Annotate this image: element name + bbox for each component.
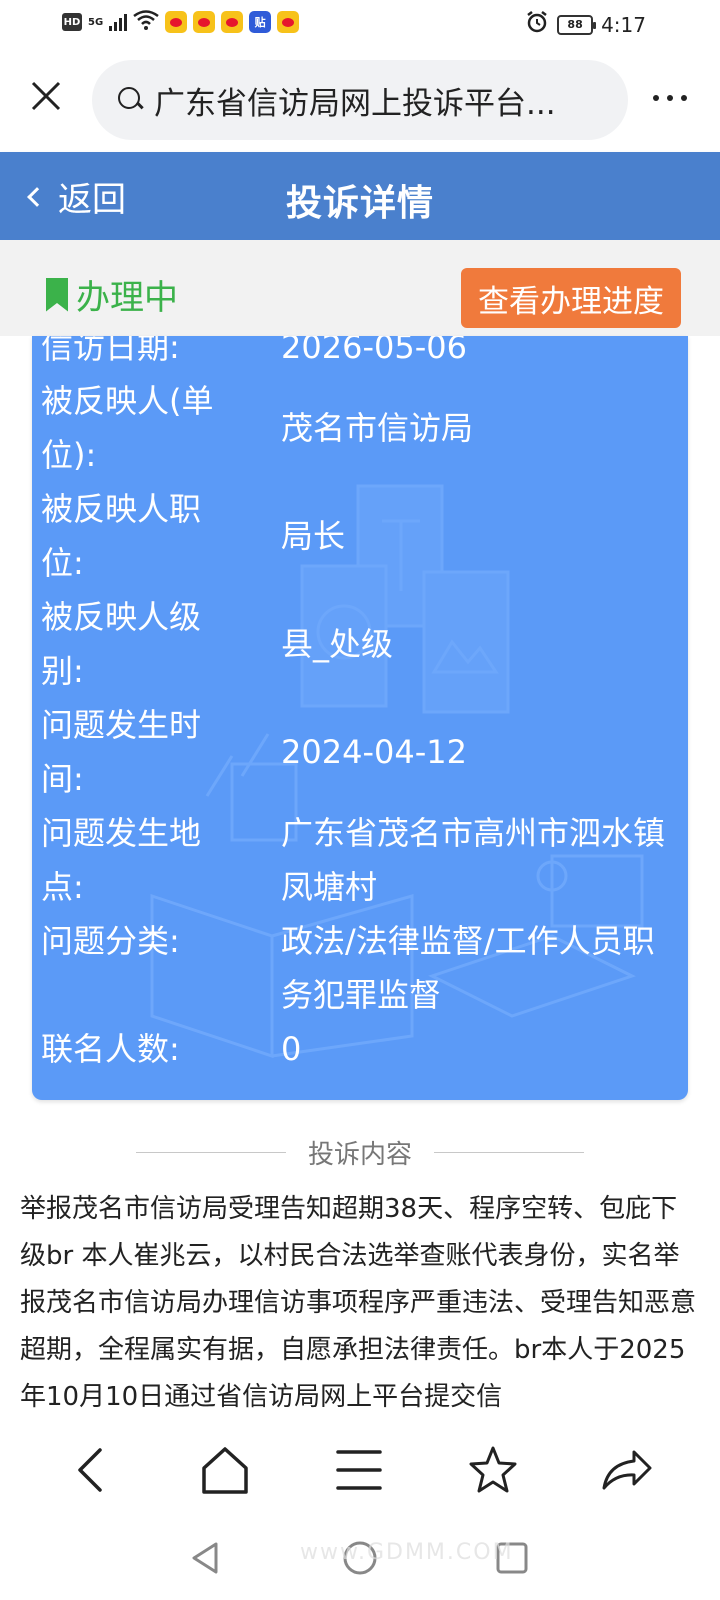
triangle-back-icon [192,1542,218,1574]
wifi-icon [133,10,159,34]
more-dot-icon [667,95,673,101]
status-text: 办理中 [76,278,178,318]
weibo-icon [221,11,244,33]
detail-label: 被反映人职位: [41,490,202,582]
detail-value: 茂名市信访局 [281,409,474,447]
detail-label: 信访日期: [41,336,180,366]
detail-value: 2026-05-06 [281,336,467,366]
page-header: 投诉详情 返回 [0,152,720,240]
close-button[interactable] [24,74,68,118]
browser-home-button[interactable] [190,1440,260,1500]
browser-share-button[interactable] [592,1440,662,1500]
star-icon [469,1446,517,1493]
system-navigation-bar: www.GDMM.COM [0,1520,720,1600]
network-type: 5G [88,16,104,28]
complaint-content: 举报茂名市信访局受理告知超期38天、程序空转、包庇下级br 本人崔兆云，以村民合… [20,1194,697,1412]
tieba-icon: 贴 [249,11,272,33]
detail-label: 被反映人(单位): [41,382,214,474]
share-icon [602,1450,652,1490]
system-back-button[interactable] [186,1538,226,1578]
close-icon [31,81,61,111]
content-section-title: 投诉内容 [0,1130,720,1174]
menu-icon [336,1450,382,1490]
detail-label: 问题分类: [41,922,180,960]
browser-menu-button[interactable] [324,1440,394,1500]
chevron-left-icon [27,187,47,207]
status-indicator: 办理中 [46,270,178,319]
detail-value: 广东省茂名市高州市泗水镇凤塘村 [281,814,666,906]
address-bar[interactable]: 广东省信访局网上投诉平台... [92,60,628,140]
home-icon [202,1447,248,1494]
hd-badge: HD [62,13,82,31]
status-left-group: HD 5G 贴 [62,10,300,34]
status-right-group: 88 4:17 [525,10,646,39]
weibo-icon [277,11,300,33]
status-row: 办理中 查看办理进度 [0,240,720,336]
url-title: 广东省信访局网上投诉平台... [154,85,556,122]
status-bar: HD 5G 贴 88 4:17 [0,0,720,48]
battery-icon: 88 [557,14,597,35]
detail-label: 问题发生时间: [41,706,202,798]
detail-value: 局长 [281,517,346,555]
more-dot-icon [653,95,659,101]
detail-label: 问题发生地点: [41,814,202,906]
browser-back-button[interactable] [56,1440,126,1500]
detail-label: 被反映人级别: [41,598,202,690]
divider [434,1152,584,1153]
search-icon [118,87,144,113]
alarm-icon [525,10,549,39]
view-progress-button[interactable]: 查看办理进度 [461,268,681,328]
back-label: 返回 [58,179,126,220]
detail-label: 联名人数: [41,1030,180,1068]
section-title-text: 投诉内容 [307,1140,412,1170]
more-menu-button[interactable] [642,76,698,120]
bookmark-icon [46,277,68,312]
clock-time: 4:17 [601,12,646,37]
signal-icon [109,13,128,31]
detail-value: 县_处级 [281,625,394,663]
browser-top-bar: 广东省信访局网上投诉平台... [0,54,720,146]
detail-value: 0 [281,1030,302,1068]
browser-bookmark-button[interactable] [458,1440,528,1500]
weibo-icon [193,11,216,33]
browser-bottom-bar [0,1420,720,1520]
watermark: www.GDMM.COM [300,1540,514,1565]
chevron-left-icon [78,1448,102,1492]
back-button[interactable]: 返回 [27,170,126,222]
complaint-detail-card: 信访日期: 2026-05-06 被反映人(单位): 茂名市信访局 被反映人职位… [32,336,688,1100]
more-dot-icon [681,95,687,101]
detail-value: 政法/法律监督/工作人员职务犯罪监督 [281,922,655,1014]
detail-value: 2024-04-12 [281,733,467,771]
weibo-icon [165,11,188,33]
